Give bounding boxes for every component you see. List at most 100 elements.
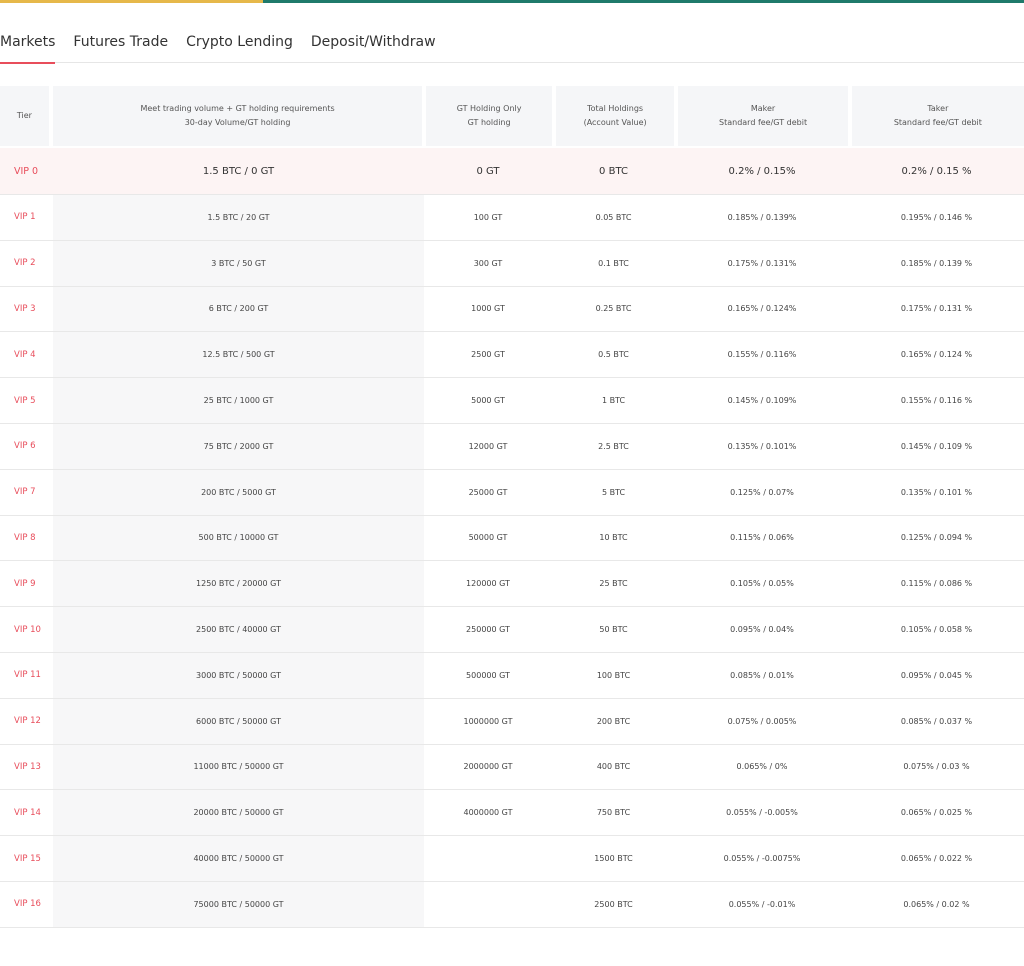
gt-holding-cell: 500000 GT <box>466 670 510 680</box>
table-row: VIP 14 20000 BTC / 50000 GT 4000000 GT 750 … <box>0 790 1024 837</box>
taker-fee-cell: 0.095% / 0.045 % <box>900 670 973 680</box>
taker-fee-cell: 0.145% / 0.109 % <box>900 441 973 451</box>
header-volume: Meet trading volume + GT holding require… <box>52 86 423 146</box>
total-holdings-cell: 5 BTC <box>601 487 626 497</box>
tier-cell: VIP 15 <box>14 853 41 864</box>
vip-fee-table: Tier Meet trading volume + GT holding re… <box>0 84 1024 928</box>
taker-fee-cell: 0.065% / 0.02 % <box>903 899 970 909</box>
header-volume-line2: 30-day Volume/GT holding <box>184 118 291 127</box>
header-maker-line1: Maker <box>750 104 776 113</box>
total-holdings-cell: 0 BTC <box>599 165 628 177</box>
tier-cell: VIP 12 <box>14 716 41 727</box>
total-holdings-cell: 1 BTC <box>601 396 626 406</box>
tier-cell: VIP 6 <box>14 441 36 452</box>
header-tier: Tier <box>0 86 49 146</box>
taker-fee-cell: 0.065% / 0.022 % <box>900 854 973 864</box>
taker-fee-cell: 0.185% / 0.139 % <box>900 258 973 268</box>
total-holdings-cell: 2.5 BTC <box>598 441 629 451</box>
tab-crypto-lending[interactable]: Crypto Lending <box>186 26 293 63</box>
table-header: Tier Meet trading volume + GT holding re… <box>0 84 1024 148</box>
volume-cell: 6 BTC / 200 GT <box>53 286 424 332</box>
volume-cell: 1.5 BTC / 0 GT <box>202 165 275 177</box>
gt-holding-cell: 2000000 GT <box>463 762 513 772</box>
volume-cell: 1.5 BTC / 20 GT <box>53 195 424 240</box>
tier-cell: VIP 11 <box>14 670 41 681</box>
table-row: VIP 6 75 BTC / 2000 GT 12000 GT 2.5 BTC 0.13… <box>0 423 1024 470</box>
table-row: VIP 3 6 BTC / 200 GT 1000 GT 0.25 BTC 0.165%… <box>0 286 1024 333</box>
table-row: VIP 13 11000 BTC / 50000 GT 2000000 GT 400 … <box>0 744 1024 791</box>
maker-fee-cell: 0.2% / 0.15% <box>728 165 796 177</box>
tier-cell: VIP 14 <box>14 807 41 818</box>
gt-holding-cell: 25000 GT <box>468 487 508 497</box>
maker-fee-cell: 0.055% / -0.005% <box>726 808 798 818</box>
volume-cell: 25 BTC / 1000 GT <box>53 378 424 423</box>
gt-holding-cell: 12000 GT <box>468 441 508 451</box>
table-row: VIP 15 40000 BTC / 50000 GT 1500 BTC 0.055%… <box>0 836 1024 882</box>
volume-cell: 3 BTC / 50 GT <box>53 240 424 286</box>
volume-cell: 6000 BTC / 50000 GT <box>53 698 424 744</box>
taker-fee-cell: 0.165% / 0.124 % <box>900 350 973 360</box>
tab-futures-trade[interactable]: Futures Trade <box>73 26 168 63</box>
header-taker: Taker Standard fee/GT debit <box>851 86 1024 146</box>
maker-fee-cell: 0.075% / 0.005% <box>727 716 797 726</box>
header-taker-line2: Standard fee/GT debit <box>893 118 982 127</box>
volume-cell: 2500 BTC / 40000 GT <box>53 607 424 652</box>
total-holdings-cell: 100 BTC <box>596 670 631 680</box>
taker-fee-cell: 0.065% / 0.025 % <box>900 808 973 818</box>
taker-fee-cell: 0.135% / 0.101 % <box>900 487 973 497</box>
table-row: VIP 4 12.5 BTC / 500 GT 2500 GT 0.5 BTC 0.15… <box>0 332 1024 379</box>
total-holdings-cell: 0.5 BTC <box>598 350 629 360</box>
total-holdings-cell: 2500 BTC <box>594 899 633 909</box>
table-row: VIP 10 2500 BTC / 40000 GT 250000 GT 50 BTC… <box>0 607 1024 653</box>
table-row: VIP 0 1.5 BTC / 0 GT 0 GT 0 BTC 0.2% / 0.15%… <box>0 148 1024 195</box>
taker-fee-cell: 0.2% / 0.15 % <box>901 165 972 177</box>
header-gt-line1: GT Holding Only <box>456 104 522 113</box>
maker-fee-cell: 0.185% / 0.139% <box>727 212 797 222</box>
total-holdings-cell: 25 BTC <box>599 579 628 589</box>
taker-fee-cell: 0.075% / 0.03 % <box>903 762 970 772</box>
gt-holding-cell: 50000 GT <box>468 533 508 543</box>
tier-cell: VIP 10 <box>14 624 41 635</box>
maker-fee-cell: 0.165% / 0.124% <box>727 304 797 314</box>
volume-cell: 12.5 BTC / 500 GT <box>53 332 424 378</box>
header-total-holdings: Total Holdings (Account Value) <box>555 86 675 146</box>
gt-holding-cell: 100 GT <box>473 212 503 222</box>
total-holdings-cell: 10 BTC <box>599 533 628 543</box>
maker-fee-cell: 0.055% / -0.0075% <box>723 854 801 864</box>
volume-cell: 200 BTC / 5000 GT <box>53 469 424 515</box>
top-accent-bar <box>0 0 1024 3</box>
volume-cell: 75 BTC / 2000 GT <box>53 423 424 469</box>
table-row: VIP 1 1.5 BTC / 20 GT 100 GT 0.05 BTC 0.185%… <box>0 195 1024 241</box>
taker-fee-cell: 0.195% / 0.146 % <box>900 212 973 222</box>
gt-holding-cell: 250000 GT <box>466 625 510 635</box>
tab-deposit-withdraw[interactable]: Deposit/Withdraw <box>311 26 436 63</box>
table-row: VIP 7 200 BTC / 5000 GT 25000 GT 5 BTC 0.125… <box>0 469 1024 516</box>
taker-fee-cell: 0.085% / 0.037 % <box>900 716 973 726</box>
table-row: VIP 12 6000 BTC / 50000 GT 1000000 GT 200 B… <box>0 698 1024 745</box>
table-row: VIP 16 75000 BTC / 50000 GT 2500 BTC 0.055%… <box>0 881 1024 928</box>
volume-cell: 3000 BTC / 50000 GT <box>53 652 424 698</box>
tier-cell: VIP 8 <box>14 532 36 543</box>
volume-cell: 75000 BTC / 50000 GT <box>53 881 424 927</box>
volume-cell: 11000 BTC / 50000 GT <box>53 744 424 790</box>
gt-holding-cell: 300 GT <box>473 258 503 268</box>
table-row: VIP 11 3000 BTC / 50000 GT 500000 GT 100 BT… <box>0 652 1024 699</box>
gt-holding-cell: 1000 GT <box>471 304 505 314</box>
top-accent-bar-left <box>0 0 263 3</box>
gt-holding-cell: 120000 GT <box>466 579 510 589</box>
gt-holding-cell <box>424 882 552 927</box>
table-row: VIP 9 1250 BTC / 20000 GT 120000 GT 25 BTC 0… <box>0 561 1024 608</box>
table-row: VIP 8 500 BTC / 10000 GT 50000 GT 10 BTC 0.1… <box>0 515 1024 562</box>
table-row: VIP 2 3 BTC / 50 GT 300 GT 0.1 BTC 0.175% / … <box>0 240 1024 287</box>
total-holdings-cell: 0.1 BTC <box>598 258 629 268</box>
taker-fee-cell: 0.175% / 0.131 % <box>900 304 973 314</box>
maker-fee-cell: 0.125% / 0.07% <box>730 487 794 497</box>
maker-fee-cell: 0.065% / 0% <box>736 762 788 772</box>
tier-cell: VIP 13 <box>14 761 41 772</box>
tab-markets[interactable]: Markets <box>0 26 56 64</box>
tier-cell: VIP 16 <box>14 899 41 910</box>
table-row: VIP 5 25 BTC / 1000 GT 5000 GT 1 BTC 0.145% … <box>0 378 1024 424</box>
maker-fee-cell: 0.085% / 0.01% <box>730 670 794 680</box>
gt-holding-cell: 4000000 GT <box>463 808 513 818</box>
maker-fee-cell: 0.135% / 0.101% <box>727 441 797 451</box>
